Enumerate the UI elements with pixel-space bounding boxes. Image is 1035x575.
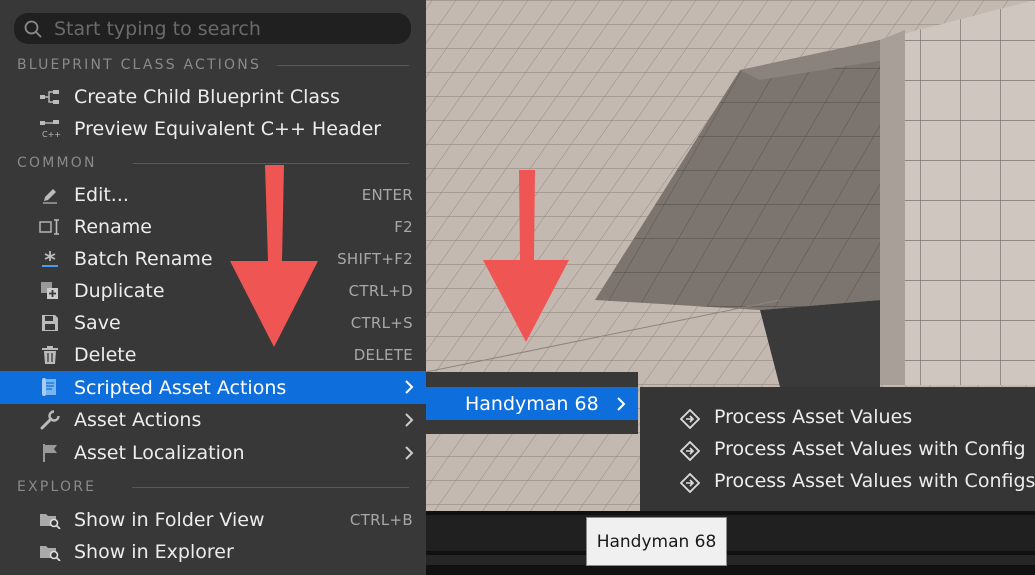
viewport-bottom-bar [426,511,1035,575]
submenu-item-label: Process Asset Values with Configs [714,470,1035,492]
menu-item-label: Show in Folder View [74,509,265,531]
down-arrow-annotation [230,165,318,347]
diamond-arrow-icon [680,473,700,493]
rename-icon [38,217,62,237]
section-header-explore: EXPLORE [17,478,409,496]
submenu-item-handyman[interactable]: Handyman 68 [426,387,638,420]
menu-item-delete[interactable]: Delete DELETE [0,339,426,371]
divider [277,64,409,66]
menu-item-scripted-asset-actions[interactable]: Scripted Asset Actions [0,371,426,404]
menu-item-show-in-folder-view[interactable]: Show in Folder View CTRL+B [0,504,426,536]
menu-item-label: Asset Actions [74,409,202,431]
scripted-actions-submenu: Handyman 68 [426,372,638,434]
section-header-label: BLUEPRINT CLASS ACTIONS [17,57,262,73]
shortcut-label: ENTER [361,186,413,204]
menu-item-label: Create Child Blueprint Class [74,86,340,108]
menu-item-label: Show in Explorer [74,541,234,563]
menu-item-save[interactable]: Save CTRL+S [0,307,426,339]
menu-item-asset-actions[interactable]: Asset Actions [0,404,426,436]
shortcut-label: SHIFT+F2 [337,250,413,268]
submenu-item-process-asset-values[interactable]: Process Asset Values [640,402,1035,434]
search-input[interactable] [52,17,406,41]
chevron-right-icon [405,380,414,394]
divider [132,486,409,488]
script-icon [38,377,62,397]
menu-item-duplicate[interactable]: Duplicate CTRL+D [0,275,426,307]
search-icon [24,20,42,38]
chevron-right-icon [405,446,414,460]
down-arrow-annotation [483,170,569,342]
menu-item-asset-localization[interactable]: Asset Localization [0,437,426,469]
pencil-icon [38,185,62,205]
cpp-header-icon: C++ [38,119,62,139]
menu-item-batch-rename[interactable]: Batch Rename SHIFT+F2 [0,243,426,275]
submenu-item-label: Handyman 68 [465,393,599,415]
batch-rename-icon [38,249,62,269]
menu-item-label: Duplicate [74,280,165,302]
handyman-submenu: Process Asset Values Process Asset Value… [640,387,1035,511]
menu-item-preview-cpp-header[interactable]: C++ Preview Equivalent C++ Header [0,113,426,145]
tooltip: Handyman 68 [586,517,727,566]
diamond-arrow-icon [680,409,700,429]
menu-item-create-child-blueprint[interactable]: Create Child Blueprint Class [0,81,426,113]
menu-item-label: Scripted Asset Actions [74,376,287,399]
section-header-blueprint: BLUEPRINT CLASS ACTIONS [17,56,409,74]
menu-item-label: Delete [74,344,137,366]
duplicate-icon [38,281,62,301]
section-header-common: COMMON [17,154,409,172]
menu-item-label: Batch Rename [74,248,213,270]
bottom-strip [426,515,1035,551]
menu-item-label: Asset Localization [74,442,245,464]
shortcut-label: CTRL+D [348,282,413,300]
folder-search-icon [38,542,62,562]
menu-item-edit[interactable]: Edit... ENTER [0,179,426,211]
submenu-item-label: Process Asset Values with Config [714,438,1026,460]
menu-item-label: Edit... [74,184,129,206]
menu-item-label: Save [74,312,121,334]
chevron-right-icon [617,397,626,411]
diamond-arrow-icon [680,441,700,461]
section-header-label: EXPLORE [17,479,97,495]
trash-icon [38,345,62,365]
save-icon [38,313,62,333]
shortcut-label: CTRL+S [350,314,413,332]
bottom-strip [426,555,1035,565]
svg-text:C++: C++ [42,130,61,139]
shortcut-label: CTRL+B [349,511,413,529]
search-box[interactable] [14,13,411,44]
menu-item-rename[interactable]: Rename F2 [0,211,426,243]
blueprint-class-icon [38,87,62,107]
menu-item-label: Preview Equivalent C++ Header [74,118,382,140]
submenu-item-process-asset-values-with-config[interactable]: Process Asset Values with Config [640,434,1035,466]
menu-item-show-in-explorer[interactable]: Show in Explorer [0,536,426,568]
divider [132,162,409,164]
folder-search-icon [38,510,62,530]
flag-icon [38,443,62,463]
shortcut-label: DELETE [353,346,413,364]
menu-item-label: Rename [74,216,152,238]
wrench-icon [38,410,62,430]
submenu-item-process-asset-values-with-configs[interactable]: Process Asset Values with Configs [640,466,1035,498]
context-menu: BLUEPRINT CLASS ACTIONS Create Child Blu… [0,0,426,575]
submenu-item-label: Process Asset Values [714,406,913,428]
shortcut-label: F2 [394,218,413,236]
chevron-right-icon [405,413,414,427]
section-header-label: COMMON [17,155,97,171]
